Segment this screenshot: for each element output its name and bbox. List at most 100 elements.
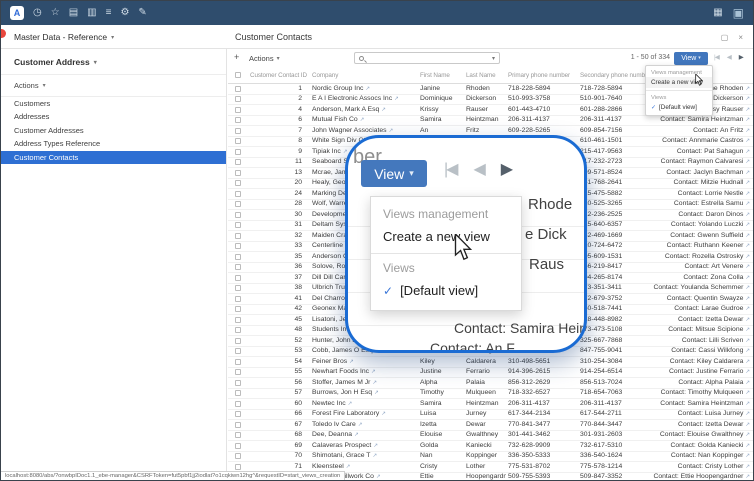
- column-header-contact-id[interactable]: Customer Contact ID: [248, 72, 310, 79]
- close-icon[interactable]: ×: [738, 33, 743, 42]
- open-company-icon[interactable]: ↗: [371, 367, 376, 377]
- history-icon[interactable]: ◷: [33, 8, 42, 18]
- open-company-icon[interactable]: ↗: [381, 105, 386, 115]
- open-contact-icon[interactable]: ↗: [745, 325, 750, 335]
- open-contact-icon[interactable]: ↗: [745, 346, 750, 356]
- open-contact-icon[interactable]: ↗: [745, 420, 750, 430]
- row-checkbox[interactable]: [235, 201, 241, 207]
- row-checkbox[interactable]: [235, 243, 241, 249]
- row-checkbox[interactable]: [235, 443, 241, 449]
- row-checkbox[interactable]: [235, 170, 241, 176]
- table-row[interactable]: 66Forest Fire Laboratory↗LuisaJurney617-…: [228, 410, 753, 421]
- row-checkbox[interactable]: [235, 264, 241, 270]
- gear-icon[interactable]: ⚙: [120, 8, 129, 18]
- edit-icon[interactable]: ✎: [138, 8, 146, 18]
- open-contact-icon[interactable]: ↗: [745, 378, 750, 388]
- row-checkbox[interactable]: [235, 306, 241, 312]
- star-icon[interactable]: ☆: [51, 8, 60, 18]
- open-contact-icon[interactable]: ↗: [745, 94, 750, 104]
- next-page-icon[interactable]: ▶: [739, 55, 743, 62]
- prev-page-icon[interactable]: ◀: [727, 55, 731, 62]
- open-company-icon[interactable]: ↗: [365, 84, 370, 94]
- column-header-company[interactable]: Company: [310, 72, 418, 79]
- sidebar-item-address-types-reference[interactable]: Address Types Reference: [1, 137, 226, 150]
- row-checkbox[interactable]: [235, 401, 241, 407]
- row-checkbox[interactable]: [235, 390, 241, 396]
- actions-dropdown[interactable]: Actions ▾: [249, 49, 280, 67]
- row-checkbox[interactable]: [235, 380, 241, 386]
- open-company-icon[interactable]: ↗: [348, 399, 353, 409]
- open-contact-icon[interactable]: ↗: [745, 472, 750, 480]
- row-checkbox[interactable]: [235, 117, 241, 123]
- open-contact-icon[interactable]: ↗: [745, 210, 750, 220]
- profile-icon[interactable]: ▣: [733, 7, 744, 19]
- row-checkbox[interactable]: [235, 296, 241, 302]
- open-contact-icon[interactable]: ↗: [745, 147, 750, 157]
- sidebar-item-customers[interactable]: Customers: [1, 97, 226, 110]
- table-row[interactable]: 68Dee, Deanna↗ElouiseGwalthney301-441-34…: [228, 431, 753, 442]
- row-checkbox[interactable]: [235, 464, 241, 470]
- open-contact-icon[interactable]: ↗: [745, 115, 750, 125]
- open-contact-icon[interactable]: ↗: [745, 336, 750, 346]
- column-header-last-name[interactable]: Last Name: [464, 72, 506, 79]
- view-button[interactable]: View ▾: [674, 52, 708, 65]
- row-checkbox[interactable]: [235, 338, 241, 344]
- row-checkbox[interactable]: [235, 86, 241, 92]
- apps-grid-icon[interactable]: ▦: [713, 8, 722, 18]
- open-contact-icon[interactable]: ↗: [745, 262, 750, 272]
- table-row[interactable]: 6Mutual Fish Co↗SamiraHeintzman206-311-4…: [228, 116, 753, 127]
- new-record-button[interactable]: +: [234, 52, 239, 62]
- select-all-checkbox[interactable]: [235, 72, 241, 78]
- table-row[interactable]: 55Newhart Foods Inc↗JustineFerrario914-3…: [228, 368, 753, 379]
- open-contact-icon[interactable]: ↗: [745, 430, 750, 440]
- sidebar-item-customer-addresses[interactable]: Customer Addresses: [1, 124, 226, 137]
- row-checkbox[interactable]: [235, 191, 241, 197]
- open-contact-icon[interactable]: ↗: [745, 357, 750, 367]
- row-checkbox[interactable]: [235, 411, 241, 417]
- open-contact-icon[interactable]: ↗: [745, 84, 750, 94]
- column-header-secondary-phone[interactable]: Secondary phone number: [578, 72, 650, 79]
- document-icon[interactable]: ▤: [69, 8, 78, 18]
- row-checkbox[interactable]: [235, 359, 241, 365]
- table-row[interactable]: 56Stoffer, James M Jr↗AlphaPalaia856-312…: [228, 378, 753, 389]
- open-company-icon[interactable]: ↗: [349, 357, 354, 367]
- app-menu-dropdown[interactable]: Master Data - Reference ▾: [14, 25, 114, 49]
- open-company-icon[interactable]: ↗: [373, 441, 378, 451]
- row-checkbox[interactable]: [235, 327, 241, 333]
- app-logo[interactable]: A: [10, 6, 24, 20]
- menu-item-default-view[interactable]: ✓ [Default view]: [646, 102, 712, 113]
- row-checkbox[interactable]: [235, 107, 241, 113]
- sidebar-item-addresses[interactable]: Addresses: [1, 110, 226, 123]
- sidebar-context-dropdown[interactable]: Customer Address ▾: [1, 49, 226, 75]
- open-contact-icon[interactable]: ↗: [745, 367, 750, 377]
- row-checkbox[interactable]: [235, 453, 241, 459]
- row-checkbox[interactable]: [235, 212, 241, 218]
- row-checkbox[interactable]: [235, 422, 241, 428]
- table-row[interactable]: 54Feiner Bros↗KileyCaldarera310-498-5651…: [228, 357, 753, 368]
- row-checkbox[interactable]: [235, 285, 241, 291]
- table-row[interactable]: 60Newtec Inc↗SamiraHeintzman206-311-4137…: [228, 399, 753, 410]
- open-company-icon[interactable]: ↗: [394, 94, 399, 104]
- open-company-icon[interactable]: ↗: [354, 430, 359, 440]
- open-company-icon[interactable]: ↗: [374, 388, 379, 398]
- row-checkbox[interactable]: [235, 233, 241, 239]
- fullscreen-icon[interactable]: ▢: [721, 33, 729, 42]
- open-contact-icon[interactable]: ↗: [745, 304, 750, 314]
- search-input[interactable]: [368, 55, 488, 62]
- book-icon[interactable]: ▥: [87, 8, 96, 18]
- open-contact-icon[interactable]: ↗: [745, 168, 750, 178]
- row-checkbox[interactable]: [235, 159, 241, 165]
- table-row[interactable]: 69Calaveras Prospect↗GoldaKaniecki732-62…: [228, 441, 753, 452]
- row-checkbox[interactable]: [235, 275, 241, 281]
- open-contact-icon[interactable]: ↗: [745, 231, 750, 241]
- sidebar-item-customer-contacts[interactable]: Customer Contacts: [1, 151, 226, 164]
- open-contact-icon[interactable]: ↗: [745, 105, 750, 115]
- open-contact-icon[interactable]: ↗: [745, 157, 750, 167]
- open-contact-icon[interactable]: ↗: [745, 178, 750, 188]
- open-contact-icon[interactable]: ↗: [745, 126, 750, 136]
- open-company-icon[interactable]: ↗: [346, 462, 351, 472]
- open-company-icon[interactable]: ↗: [376, 472, 381, 480]
- table-row[interactable]: 70Shimotani, Grace T↗NanKoppinger336-350…: [228, 452, 753, 463]
- row-checkbox[interactable]: [235, 149, 241, 155]
- open-company-icon[interactable]: ↗: [372, 451, 377, 461]
